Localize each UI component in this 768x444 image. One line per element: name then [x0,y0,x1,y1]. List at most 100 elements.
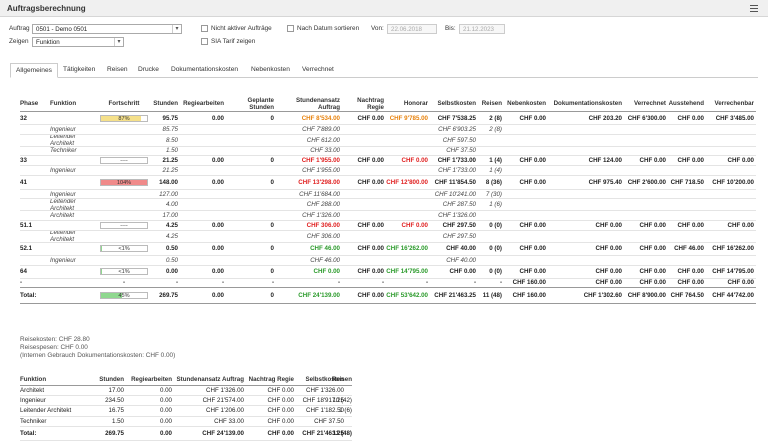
funktion-cell: Techniker [20,417,47,425]
funktion-cell: Ingenieur [50,166,76,174]
tab-verrechnet[interactable]: Verrechnet [302,66,334,73]
reisen-cell: 8 (36) [485,178,502,186]
stunden-cell: 17.00 [162,212,178,220]
function-row: Leitender Architekt 4.25 CHF 306.00 CHF 297… [20,231,756,243]
selbstkosten-cell: CHF 287.50 [442,201,476,209]
stunden-cell: 269.75 [105,429,124,437]
honorar-cell: - [425,279,428,287]
stundenansatz-cell: CHF 33.00 [310,147,340,155]
nachtrag-regie-cell: CHF 0.00 [267,397,294,405]
bis-date-input[interactable]: 21.12.2023 [459,24,505,34]
tab-nebenkosten[interactable]: Nebenkosten [251,66,290,73]
regiearbeiten-cell: Regiearbeiten [131,376,172,383]
progress-label: <1% [118,246,130,253]
von-date-input[interactable]: 22.06.2018 [387,24,437,34]
stunden-cell: 8.50 [165,136,178,144]
verrechnet-cell: CHF 0.00 [639,268,666,276]
fortschritt-cell: 87% [96,112,152,124]
reisen-cell: 0 (0) [489,245,502,253]
tab-taetigkeiten[interactable]: Tätigkeiten [63,66,95,73]
bis-date-value: 21.12.2023 [463,26,494,33]
ausstehend-cell: CHF 0.00 [677,268,704,276]
reisen-cell [478,256,502,265]
tab-allgemeines[interactable]: Allgemeines [10,63,58,78]
fortschritt-cell: <1% [96,266,152,278]
regiearbeiten-cell: 0.00 [159,397,172,405]
regiearbeiten-cell: 0.00 [211,268,224,276]
nachtrag-regie-cell: CHF 0.00 [267,417,294,425]
dokumentationskosten-header: Dokumentationskosten [553,100,622,107]
chevron-down-icon: ▾ [172,25,181,33]
selbstkosten-cell: - [473,279,476,287]
nach-datum-label: Nach Datum sortieren [297,25,360,32]
tab-drucke[interactable]: Drucke [138,66,159,73]
zeigen-select[interactable]: Funktion ▾ [32,37,124,47]
summary-row: Techniker 1.50 0.00 CHF 33.00 CHF 0.00 CHF 37… [20,417,352,427]
reisespesen-note: Reisespesen: CHF 0.00 [20,344,88,351]
funktion-cell: Techniker [50,147,77,155]
stundenansatz-cell: CHF 306.00 [306,221,340,229]
selbstkosten-cell: CHF 40.00 [446,245,476,253]
nachtrag-regie-cell: Nachtrag Regie [248,376,294,383]
stunden-cell: - [175,279,178,287]
reisen-cell: 1 (6) [489,201,502,209]
nach-datum-checkbox[interactable] [287,25,294,32]
ausstehend-header: Ausstehend [668,100,704,107]
stunden-cell: 4.25 [165,221,178,229]
stundenansatz-cell: CHF 24'139.00 [202,429,244,437]
selbstkosten-cell: CHF 21'463.25 [434,292,476,300]
ausstehend-cell: CHF 0.00 [677,279,704,287]
honorar-cell: CHF 0.00 [401,157,428,165]
honorar-cell: CHF 53'642.00 [386,292,428,300]
verrechenbar-cell: CHF 44'742.00 [712,292,754,300]
funktion-cell: Architekt [20,387,45,395]
total-row: Total: 45% 269.75 0.00 0 CHF 24'139.00 CHF 0.0… [20,288,756,305]
funktion-cell: Ingenieur [20,397,46,405]
auftrag-select[interactable]: 0501 - Demo 0501 ▾ [32,24,182,34]
nachtrag-regie-cell: CHF 0.00 [267,387,294,395]
geplante-stunden-cell: 0 [270,157,274,165]
reisen-cell [478,135,502,146]
ausstehend-cell: CHF 718.50 [670,178,704,186]
hamburger-icon[interactable] [750,5,758,12]
phase-header: Phase [20,100,39,107]
stundenansatz-cell: CHF 306.00 [306,232,340,240]
sia-tarif-label: SIA Tarif zeigen [211,38,256,45]
tab-dokumentationskosten[interactable]: Dokumentationskosten [171,66,238,73]
reisen-cell: 0 (0) [489,221,502,229]
function-row: Architekt 17.00 CHF 1'326.00 CHF 1'326.00 [20,211,756,221]
funktion-cell: Ingenieur [50,125,76,133]
geplante-stunden-cell: 0 [270,268,274,276]
selbstkosten-cell: CHF 37.50 [446,147,476,155]
nachtrag-regie-cell: CHF 0.00 [357,245,384,253]
tab-reisen[interactable]: Reisen [107,66,128,73]
nebenkosten-cell: CHF 0.00 [519,114,546,122]
nicht-aktiver-checkbox[interactable] [201,25,208,32]
verrechenbar-cell: CHF 10'200.00 [712,178,754,186]
stundenansatz-cell: CHF 612.00 [306,136,340,144]
progress-bar: 104% [100,178,148,186]
progress-label: ---- [120,158,128,165]
notes: Reisekosten: CHF 28.80 Reisespesen: CHF … [20,336,175,360]
dokumentationskosten-cell: CHF 0.00 [595,221,622,229]
regiearbeiten-cell: 0.00 [159,387,172,395]
von-label: Von: [371,25,384,32]
summary-total-row: Total: 269.75 0.00 CHF 24'139.00 CHF 0.00 CHF… [20,427,352,441]
selbstkosten-cell: CHF 597.50 [442,136,476,144]
funktion-cell: Leitender Architekt [50,134,76,146]
stunden-cell: 1.50 [165,147,178,155]
ausstehend-cell: CHF 0.00 [677,157,704,165]
function-row: Ingenieur 0.50 CHF 46.00 CHF 40.00 [20,256,756,266]
reisen-cell: - [499,279,502,287]
geplante-stunden-cell: 0 [270,178,274,186]
progress-label: ---- [120,222,128,229]
auftrag-select-value: 0501 - Demo 0501 [36,26,88,33]
reisen-header: Reisen [481,100,502,107]
phase-cell: 41 [20,178,27,186]
honorar-cell: CHF 12'800.00 [386,178,428,186]
progress-bar: ---- [100,157,148,165]
filter-bar: Auftrag 0501 - Demo 0501 ▾ Zeigen Funkti… [0,17,768,53]
reisen-cell [478,147,502,156]
verrechenbar-cell: CHF 0.00 [727,221,754,229]
sia-tarif-checkbox[interactable] [201,38,208,45]
